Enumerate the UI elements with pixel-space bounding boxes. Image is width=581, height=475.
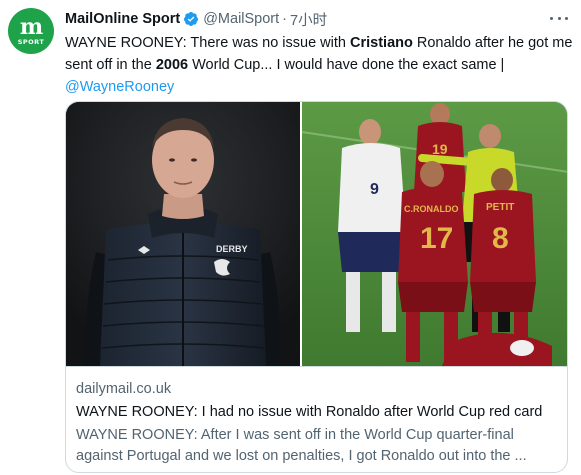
more-options-icon[interactable] — [547, 9, 571, 27]
card-info[interactable]: dailymail.co.uk WAYNE ROONEY: I had no i… — [66, 366, 567, 472]
tweet-text-part: WAYNE ROONEY: There was no issue with — [65, 35, 350, 51]
display-name[interactable]: MailOnline Sport — [65, 11, 180, 27]
jersey-name-ronaldo: C.RONALDO — [404, 204, 459, 214]
mention-link[interactable]: @WayneRooney — [65, 79, 174, 95]
handle[interactable]: @MailSport — [203, 11, 279, 27]
tweet-text-bold: 2006 — [155, 57, 189, 73]
card-media[interactable]: DERBY 19 9 C.RONALDO 17 PETIT 8 — [66, 102, 567, 366]
card-title[interactable]: WAYNE ROONEY: I had no issue with Ronald… — [76, 402, 559, 423]
tweet-text-part: World Cup... I would have done the exact… — [188, 57, 505, 73]
jersey-number-ronaldo: 17 — [420, 222, 453, 255]
tweet-text: WAYNE ROONEY: There was no issue with Cr… — [65, 32, 573, 98]
avatar-logo-letter: m — [19, 13, 43, 40]
rooney-portrait-image: DERBY — [66, 102, 300, 366]
link-card[interactable]: DERBY 19 9 C.RONALDO 17 PETIT 8 dailymai… — [65, 101, 568, 473]
red-card-match-photo: 19 9 C.RONALDO 17 PETIT 8 — [302, 102, 567, 366]
jersey-sponsor-text: DERBY — [216, 244, 248, 254]
tweet[interactable]: m SPORT MailOnline Sport @MailSport · 7小… — [0, 0, 581, 475]
tweet-text-bold: Cristiano — [350, 35, 413, 51]
avatar[interactable]: m SPORT — [8, 8, 54, 54]
jersey-number-back: 19 — [432, 141, 448, 157]
tweet-header: MailOnline Sport @MailSport · 7小时 — [65, 9, 327, 29]
avatar-logo-label: SPORT — [17, 37, 45, 46]
separator-dot: · — [282, 11, 288, 27]
jersey-name-petit: PETIT — [486, 202, 514, 213]
jersey-number-petit: 8 — [492, 222, 509, 255]
verified-badge-icon — [184, 12, 199, 26]
timestamp[interactable]: 7小时 — [290, 9, 327, 30]
card-domain: dailymail.co.uk — [76, 381, 172, 397]
jersey-number-england: 9 — [370, 181, 379, 198]
card-description: WAYNE ROONEY: After I was sent off in th… — [76, 427, 527, 464]
